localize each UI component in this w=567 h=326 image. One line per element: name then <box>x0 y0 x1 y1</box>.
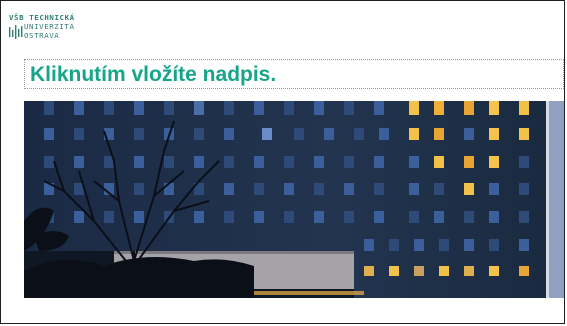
title-placeholder[interactable]: Kliknutím vložíte nadpis. <box>24 59 564 89</box>
logo-line3: OSTRAVA <box>24 31 60 40</box>
title-placeholder-text: Kliknutím vložíte nadpis. <box>30 63 277 86</box>
logo-line1: VŠB TECHNICKÁ <box>9 13 75 22</box>
logo-line2: UNIVERZITA <box>24 22 75 31</box>
building-photo-image <box>24 101 564 298</box>
logo-school-abbrev: VŠB <box>9 13 25 22</box>
building-photo <box>24 101 564 298</box>
logo-bars-icon <box>9 25 23 39</box>
logo-line1-rest: TECHNICKÁ <box>29 13 75 22</box>
slide-canvas: VŠB TECHNICKÁ UNIVERZITA OSTRAVA Kliknut… <box>0 0 565 324</box>
university-logo: VŠB TECHNICKÁ UNIVERZITA OSTRAVA <box>9 13 149 53</box>
